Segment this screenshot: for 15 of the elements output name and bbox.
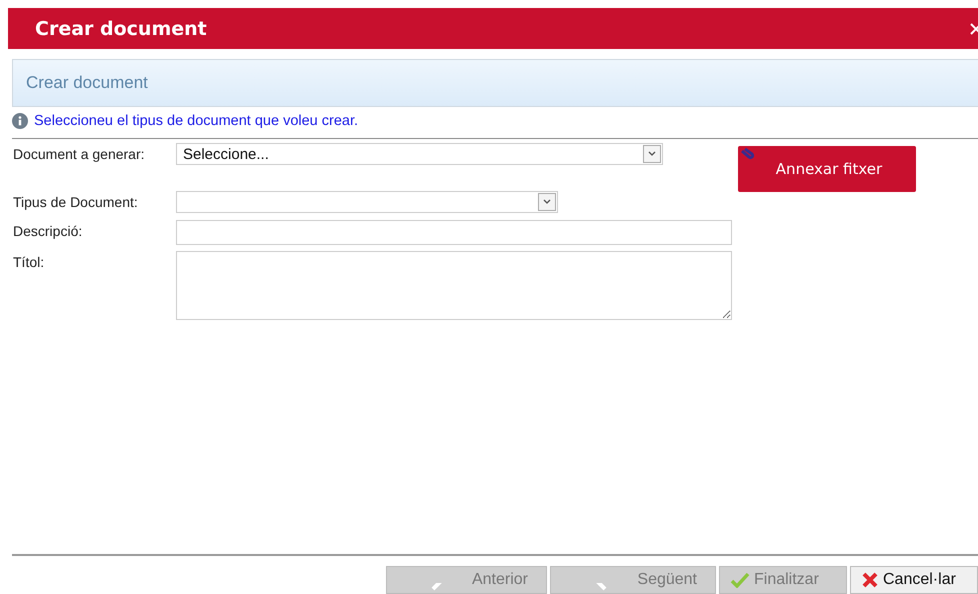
attach-button[interactable]: Annexar fitxer (738, 146, 916, 192)
field-label: Document a generar: (13, 145, 146, 162)
close-icon (861, 572, 879, 588)
field-label: Títol: (13, 253, 46, 270)
window-title: Crear document (35, 18, 207, 40)
close-icon[interactable] (970, 22, 978, 34)
footer-button[interactable]: Cancel·lar (850, 566, 978, 594)
text-field[interactable] (176, 220, 732, 245)
dropdown[interactable]: Seleccione... (176, 143, 663, 165)
info-icon (12, 113, 28, 129)
info-message: Seleccioneu el tipus de document que voleu crear. (34, 113, 358, 129)
check-icon (730, 572, 750, 588)
field-label: Descripció: (13, 222, 84, 239)
panel-title: Crear document (26, 73, 148, 93)
field-label: Tipus de Document: (13, 193, 139, 210)
